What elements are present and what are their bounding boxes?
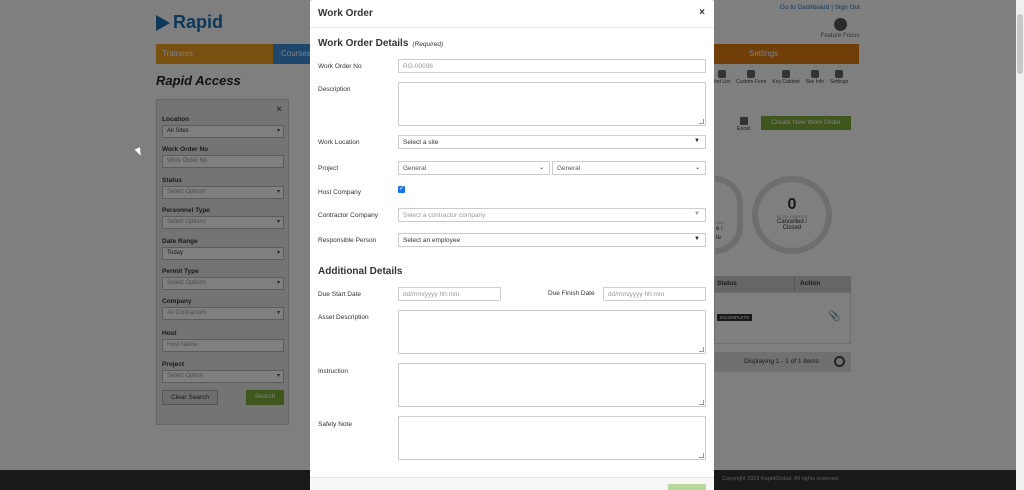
- work-order-modal: Work Order × Work Order Details (Required…: [310, 0, 714, 490]
- contractor-company-label: Contractor Company: [318, 212, 378, 219]
- section-title: Work Order Details: [318, 38, 409, 49]
- due-start-label: Due Start Date: [318, 291, 361, 298]
- project-label: Project: [318, 165, 339, 172]
- host-company-checkbox[interactable]: ✓: [398, 186, 405, 193]
- work-order-no-label: Work Order No: [318, 63, 362, 70]
- caret-down-icon: ▼: [694, 211, 700, 217]
- due-start-date-input[interactable]: dd/mm/yyyy hh:mm: [398, 287, 501, 301]
- project-select-1[interactable]: General ⌄: [398, 161, 550, 175]
- chevron-down-icon: ⌄: [694, 165, 700, 171]
- project-value-2: General: [557, 165, 581, 172]
- work-location-value: Select a site: [403, 139, 439, 146]
- work-order-no-field[interactable]: RG-00096: [398, 59, 706, 73]
- safety-note-label: Safety Note: [318, 421, 352, 428]
- caret-down-icon: ▼: [694, 138, 700, 144]
- additional-details-heading: Additional Details: [318, 266, 403, 277]
- contractor-company-placeholder: Select a contractor company: [403, 212, 486, 219]
- asset-description-label: Asset Description: [318, 314, 369, 321]
- close-icon[interactable]: ×: [699, 7, 705, 18]
- contractor-company-select[interactable]: Select a contractor company ▼: [398, 208, 706, 222]
- due-finish-date-input[interactable]: dd/mm/yyyy hh:mm: [603, 287, 706, 301]
- scrollbar-thumb[interactable]: [1017, 14, 1023, 74]
- asset-description-textarea[interactable]: [398, 310, 706, 354]
- modal-footer: [310, 477, 714, 490]
- work-location-select[interactable]: Select a site ▼: [398, 135, 706, 149]
- work-location-label: Work Location: [318, 139, 360, 146]
- host-company-label: Host Company: [318, 189, 361, 196]
- safety-note-textarea[interactable]: [398, 416, 706, 460]
- instruction-label: Instruction: [318, 368, 348, 375]
- project-select-2[interactable]: General ⌄: [552, 161, 706, 175]
- responsible-person-select[interactable]: Select an employee ▼: [398, 233, 706, 247]
- required-note: (Required): [412, 41, 444, 48]
- modal-title: Work Order: [318, 8, 373, 19]
- chevron-down-icon: ⌄: [538, 165, 544, 171]
- description-textarea[interactable]: [398, 82, 706, 126]
- save-button[interactable]: [668, 484, 706, 490]
- responsible-person-value: Select an employee: [403, 237, 461, 244]
- work-order-details-heading: Work Order Details (Required): [318, 38, 443, 49]
- project-value-1: General: [403, 165, 427, 172]
- caret-down-icon: ▼: [694, 236, 700, 242]
- due-finish-label: Due Finish Date: [548, 290, 595, 297]
- modal-header: Work Order ×: [310, 0, 714, 28]
- instruction-textarea[interactable]: [398, 363, 706, 407]
- responsible-person-label: Responsible Person: [318, 237, 377, 244]
- description-label: Description: [318, 86, 351, 93]
